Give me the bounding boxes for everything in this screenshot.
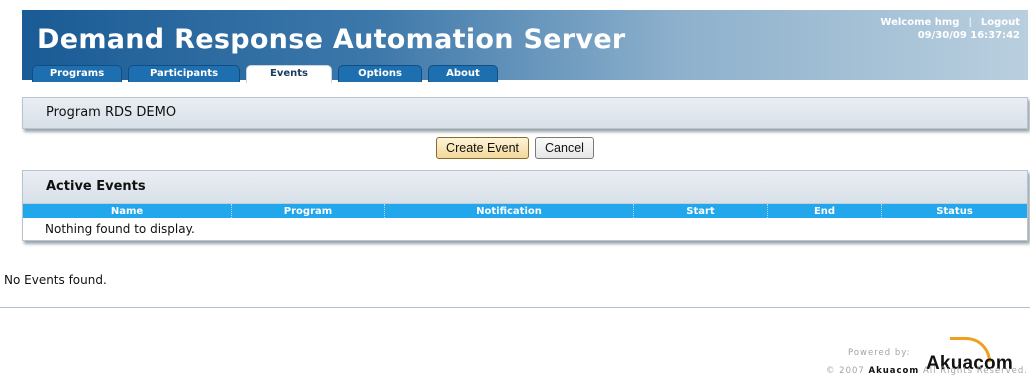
events-table: Name Program Notification Start End Stat… (23, 204, 1027, 240)
table-header-row: Name Program Notification Start End Stat… (23, 204, 1027, 218)
column-header-start[interactable]: Start (633, 204, 768, 218)
user-box: Welcome hmg | Logout 09/30/09 16:37:42 (880, 16, 1020, 42)
separator: | (968, 17, 972, 28)
app-header: Demand Response Automation Server Welcom… (22, 10, 1028, 83)
powered-by-label: Powered by: (848, 348, 911, 358)
action-buttons: Create Event Cancel (0, 137, 1030, 159)
cancel-button[interactable]: Cancel (535, 137, 594, 159)
empty-table-message: Nothing found to display. (45, 222, 195, 236)
footer-divider (0, 307, 1030, 308)
table-row: Nothing found to display. (23, 218, 1027, 240)
logout-link[interactable]: Logout (981, 17, 1020, 28)
copyright-prefix: © 2007 (825, 366, 865, 376)
status-message: No Events found. (4, 273, 107, 287)
copyright-notice: © 2007 Akuacom All Rights Reserved. (826, 366, 1028, 376)
program-title: Program RDS DEMO (23, 98, 1027, 128)
tab-events[interactable]: Events (246, 65, 332, 83)
tab-options[interactable]: Options (338, 65, 422, 82)
datetime: 09/30/09 16:37:42 (917, 30, 1020, 41)
column-header-status[interactable]: Status (881, 204, 1027, 218)
active-events-title: Active Events (23, 171, 1027, 204)
program-panel: Program RDS DEMO (22, 97, 1028, 129)
create-event-button[interactable]: Create Event (436, 137, 530, 159)
copyright-brand: Akuacom (868, 366, 920, 376)
column-header-program[interactable]: Program (231, 204, 385, 218)
tab-participants[interactable]: Participants (128, 65, 240, 82)
column-header-notification[interactable]: Notification (384, 204, 634, 218)
column-header-name[interactable]: Name (23, 204, 232, 218)
welcome-text: Welcome hmg (880, 17, 960, 28)
tab-about[interactable]: About (428, 65, 498, 82)
column-header-end[interactable]: End (767, 204, 882, 218)
copyright-suffix: All Rights Reserved. (922, 366, 1028, 376)
app-title: Demand Response Automation Server (37, 24, 626, 55)
active-events-panel: Active Events Name Program Notification … (22, 170, 1028, 241)
tab-programs[interactable]: Programs (32, 65, 122, 82)
